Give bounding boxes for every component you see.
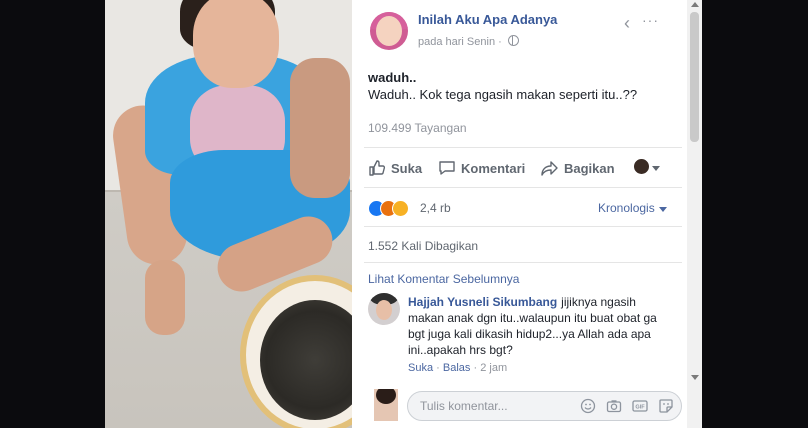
comment-reply-link[interactable]: Balas [443, 362, 471, 374]
post-side-panel: Inilah Aku Apa Adanya pada hari Senin · … [352, 0, 687, 428]
view-count: 109.499 Tayangan [368, 121, 467, 135]
share-as-avatar[interactable] [634, 159, 649, 174]
svg-text:GIF: GIF [635, 405, 645, 411]
page-name-link[interactable]: Inilah Aku Apa Adanya [418, 12, 557, 27]
share-count[interactable]: 1.552 Kali Dibagikan [368, 239, 478, 253]
comment-like-link[interactable]: Suka [408, 362, 433, 374]
current-user-avatar [374, 389, 398, 421]
sort-chevron-down-icon[interactable] [659, 207, 667, 212]
commenter-avatar[interactable] [368, 293, 400, 325]
page-avatar[interactable] [370, 12, 408, 50]
emoji-icon[interactable] [580, 398, 596, 414]
post-video[interactable] [105, 0, 352, 428]
comment-input[interactable]: Tulis komentar... GIF [407, 391, 682, 421]
share-arrow-icon [541, 161, 558, 176]
divider [364, 187, 682, 188]
chevron-left-icon[interactable]: ‹ [624, 14, 630, 32]
globe-icon [507, 35, 519, 46]
post-title: waduh.. [368, 70, 417, 85]
scroll-up-arrow-icon[interactable] [691, 2, 699, 7]
post-time-text[interactable]: pada hari Senin [418, 36, 495, 48]
comment-author[interactable]: Hajjah Yusneli Sikumbang [408, 295, 557, 309]
comment-bubble: Hajjah Yusneli Sikumbang jijiknya ngasih … [408, 294, 660, 358]
divider [364, 147, 682, 148]
share-button[interactable]: Bagikan [541, 159, 615, 177]
more-options-icon[interactable]: ··· [642, 12, 659, 28]
comment-input-placeholder: Tulis komentar... [420, 399, 508, 413]
thumbs-up-icon [369, 160, 386, 176]
chevron-down-icon[interactable] [652, 166, 660, 171]
reaction-count[interactable]: 2,4 rb [420, 201, 451, 215]
comment-sort-dropdown[interactable]: Kronologis [598, 201, 655, 215]
comment-label: Komentari [461, 161, 526, 176]
sticker-icon[interactable] [658, 398, 674, 414]
gif-icon[interactable]: GIF [632, 398, 648, 414]
divider [364, 262, 682, 263]
view-previous-comments-link[interactable]: Lihat Komentar Sebelumnya [368, 272, 519, 286]
divider [364, 226, 682, 227]
comment-actions: Suka · Balas · 2 jam [408, 362, 508, 374]
comment-time[interactable]: 2 jam [480, 362, 507, 374]
like-button[interactable]: Suka [368, 159, 422, 177]
post-timestamp[interactable]: pada hari Senin · [418, 35, 519, 48]
comment-button[interactable]: Komentari [438, 159, 525, 177]
share-label: Bagikan [564, 161, 615, 176]
wow-icon [392, 200, 409, 217]
like-label: Suka [391, 161, 423, 176]
scroll-down-arrow-icon[interactable] [691, 375, 699, 380]
camera-icon[interactable] [606, 398, 622, 414]
scroll-thumb[interactable] [690, 12, 699, 142]
panel-scrollbar[interactable] [687, 0, 702, 428]
post-body: Waduh.. Kok tega ngasih makan seperti it… [368, 87, 638, 102]
comment-icon [439, 161, 455, 175]
